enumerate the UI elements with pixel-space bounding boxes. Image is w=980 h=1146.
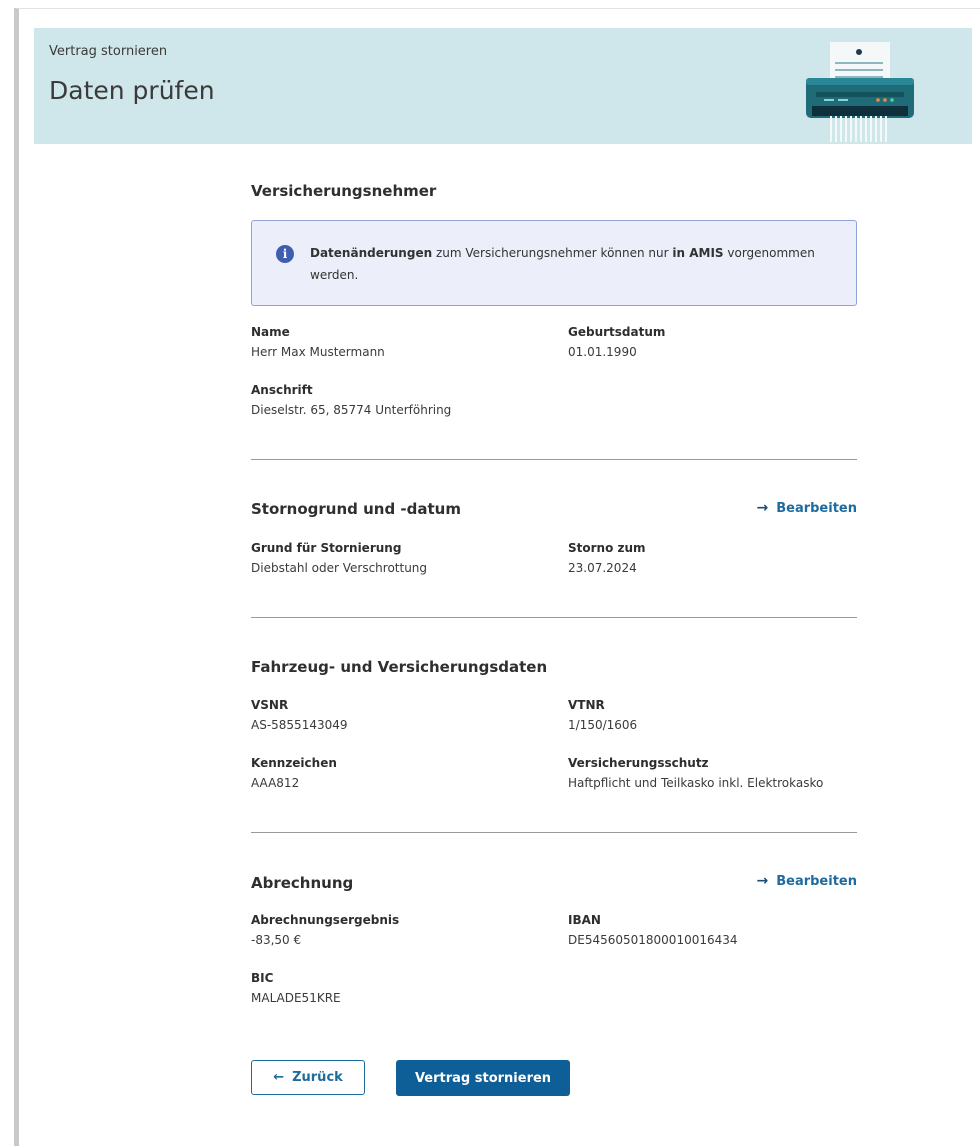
field-vtnr: VTNR 1/150/1606 xyxy=(568,698,858,732)
field-value: 23.07.2024 xyxy=(568,561,637,575)
arrow-left-icon: ← xyxy=(273,1070,285,1085)
field-vsnr: VSNR AS-5855143049 xyxy=(251,698,541,732)
field-label: Geburtsdatum xyxy=(568,325,666,339)
edit-link-label: Bearbeiten xyxy=(776,873,857,889)
field-label: Storno zum xyxy=(568,541,646,555)
section-divider xyxy=(251,459,857,460)
field-label: Kennzeichen xyxy=(251,756,337,770)
section-title-cancellation: Stornogrund und -datum xyxy=(251,500,461,518)
field-value: Herr Max Mustermann xyxy=(251,345,385,359)
info-notice: i Datenänderungen zum Versicherungsnehme… xyxy=(251,220,857,306)
edit-billing-link[interactable]: → Bearbeiten xyxy=(756,873,857,889)
edit-cancellation-link[interactable]: → Bearbeiten xyxy=(756,500,857,516)
field-label: BIC xyxy=(251,971,274,985)
field-value: Diebstahl oder Verschrottung xyxy=(251,561,428,575)
section-divider xyxy=(251,617,857,618)
field-value: Dieselstr. 65, 85774 Unterföhring xyxy=(251,403,452,417)
field-value: -83,50 € xyxy=(251,933,302,947)
field-cancellation-date: Storno zum 23.07.2024 xyxy=(568,541,858,575)
field-address: Anschrift Dieselstr. 65, 85774 Unterföhr… xyxy=(251,383,541,417)
field-billing-result: Abrechnungsergebnis -83,50 € xyxy=(251,913,541,947)
shredder-icon xyxy=(806,42,914,142)
field-value: AS-5855143049 xyxy=(251,718,348,732)
field-label: Versicherungsschutz xyxy=(568,756,709,770)
section-title-vehicle: Fahrzeug- und Versicherungsdaten xyxy=(251,658,548,676)
page-header: Vertrag stornieren Daten prüfen xyxy=(34,28,972,144)
arrow-right-icon: → xyxy=(756,873,769,889)
field-license-plate: Kennzeichen AAA812 xyxy=(251,756,541,790)
arrow-right-icon: → xyxy=(756,500,769,516)
cancel-contract-button[interactable]: Vertrag stornieren xyxy=(396,1060,570,1096)
field-value: DE54560501800010016434 xyxy=(568,933,738,947)
back-button-label: Zurück xyxy=(292,1070,343,1085)
field-label: VTNR xyxy=(568,698,605,712)
field-label: IBAN xyxy=(568,913,601,927)
info-notice-text: Datenänderungen zum Versicherungsnehmer … xyxy=(310,242,830,286)
field-value: 01.01.1990 xyxy=(568,345,637,359)
field-birthdate: Geburtsdatum 01.01.1990 xyxy=(568,325,858,359)
breadcrumb: Vertrag stornieren xyxy=(49,44,168,59)
edit-link-label: Bearbeiten xyxy=(776,500,857,516)
section-divider xyxy=(251,832,857,833)
field-coverage: Versicherungsschutz Haftpflicht und Teil… xyxy=(568,756,858,790)
info-icon: i xyxy=(276,245,294,263)
field-value: 1/150/1606 xyxy=(568,718,638,732)
field-cancellation-reason: Grund für Stornierung Diebstahl oder Ver… xyxy=(251,541,541,575)
field-value: AAA812 xyxy=(251,776,300,790)
field-label: VSNR xyxy=(251,698,289,712)
section-title-policyholder: Versicherungsnehmer xyxy=(251,182,437,200)
field-iban: IBAN DE54560501800010016434 xyxy=(568,913,858,947)
notice-bold-1: Datenänderungen xyxy=(310,246,433,260)
field-bic: BIC MALADE51KRE xyxy=(251,971,541,1005)
notice-bold-2: in AMIS xyxy=(672,246,724,260)
notice-text-1: zum Versicherungsnehmer können nur xyxy=(432,246,673,260)
field-label: Abrechnungsergebnis xyxy=(251,913,400,927)
field-value: MALADE51KRE xyxy=(251,991,341,1005)
field-label: Grund für Stornierung xyxy=(251,541,402,555)
back-button[interactable]: ← Zurück xyxy=(251,1060,365,1095)
field-name: Name Herr Max Mustermann xyxy=(251,325,541,359)
field-label: Anschrift xyxy=(251,383,313,397)
field-label: Name xyxy=(251,325,290,339)
field-value: Haftpflicht und Teilkasko inkl. Elektrok… xyxy=(568,776,824,790)
section-title-billing: Abrechnung xyxy=(251,874,354,892)
page-title: Daten prüfen xyxy=(49,76,215,105)
